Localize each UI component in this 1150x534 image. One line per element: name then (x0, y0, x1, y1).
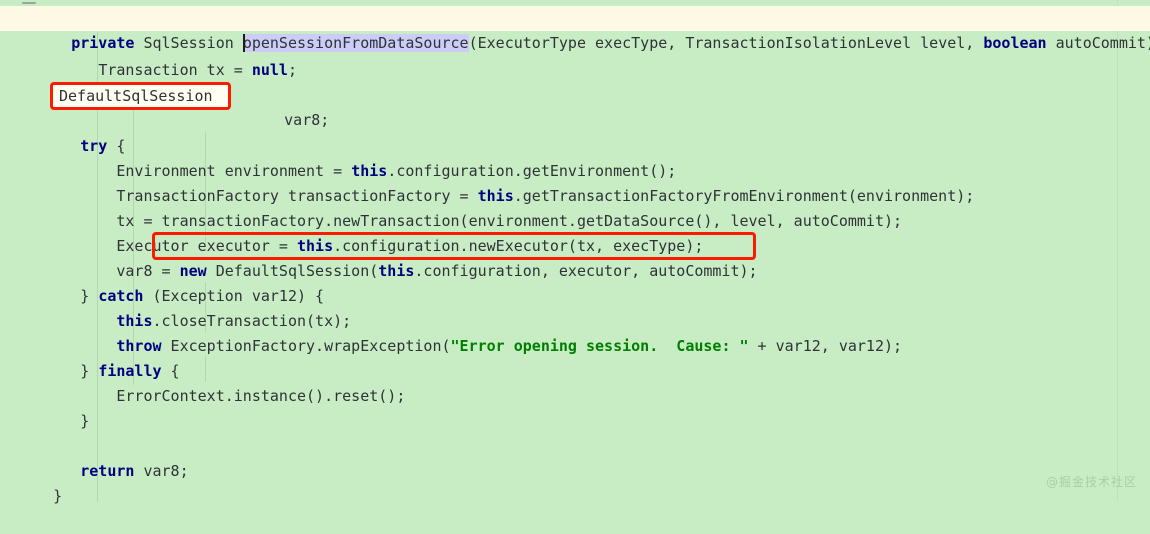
code-line-throw[interactable]: throw ExceptionFactory.wrapException("Er… (0, 309, 1150, 355)
code-line-blank[interactable] (0, 409, 1150, 434)
code-line-finally[interactable]: } finally { (0, 334, 1150, 380)
code-editor[interactable]: private SqlSession openSessionFromDataSo… (0, 0, 1150, 505)
code-line-return[interactable]: return var8; (0, 434, 1150, 480)
code-line-try[interactable]: try { (0, 109, 1150, 155)
watermark: @掘金技术社区 (1045, 475, 1137, 489)
code-line-new-default-sql-session[interactable]: var8 = new DefaultSqlSession(this.config… (0, 234, 1150, 280)
code-line-executor[interactable]: Executor executor = this.configuration.n… (0, 209, 1150, 255)
return-type: SqlSession (143, 34, 234, 52)
signature-params-tail: autoCommit) { (1055, 34, 1150, 52)
code-line-close-brace-finally[interactable]: } (0, 384, 1150, 430)
code-line-catch[interactable]: } catch (Exception var12) { (0, 259, 1150, 305)
keyword-private: private (71, 34, 135, 52)
code-line-error-context[interactable]: ErrorContext.instance().reset(); (0, 359, 1150, 405)
code-line-transaction-factory[interactable]: TransactionFactory transactionFactory = … (0, 159, 1150, 205)
keyword-boolean: boolean (983, 34, 1047, 52)
signature-params: (ExecutorType execType, TransactionIsola… (468, 34, 984, 52)
selected-method-name[interactable]: openSessionFromDataSource (242, 34, 469, 52)
text-caret (242, 34, 245, 52)
boxed-type-name: DefaultSqlSession (59, 87, 213, 105)
code-line-environment[interactable]: Environment environment = this.configura… (0, 134, 1150, 180)
code-text: } (53, 487, 63, 505)
code-line-signature[interactable]: private SqlSession openSessionFromDataSo… (0, 6, 1150, 52)
code-line-close-brace-method[interactable]: } (0, 459, 1150, 505)
code-line-blank[interactable] (0, 58, 1150, 83)
code-line-new-transaction[interactable]: tx = transactionFactory.newTransaction(e… (0, 184, 1150, 230)
code-line-close-transaction[interactable]: this.closeTransaction(tx); (0, 284, 1150, 330)
